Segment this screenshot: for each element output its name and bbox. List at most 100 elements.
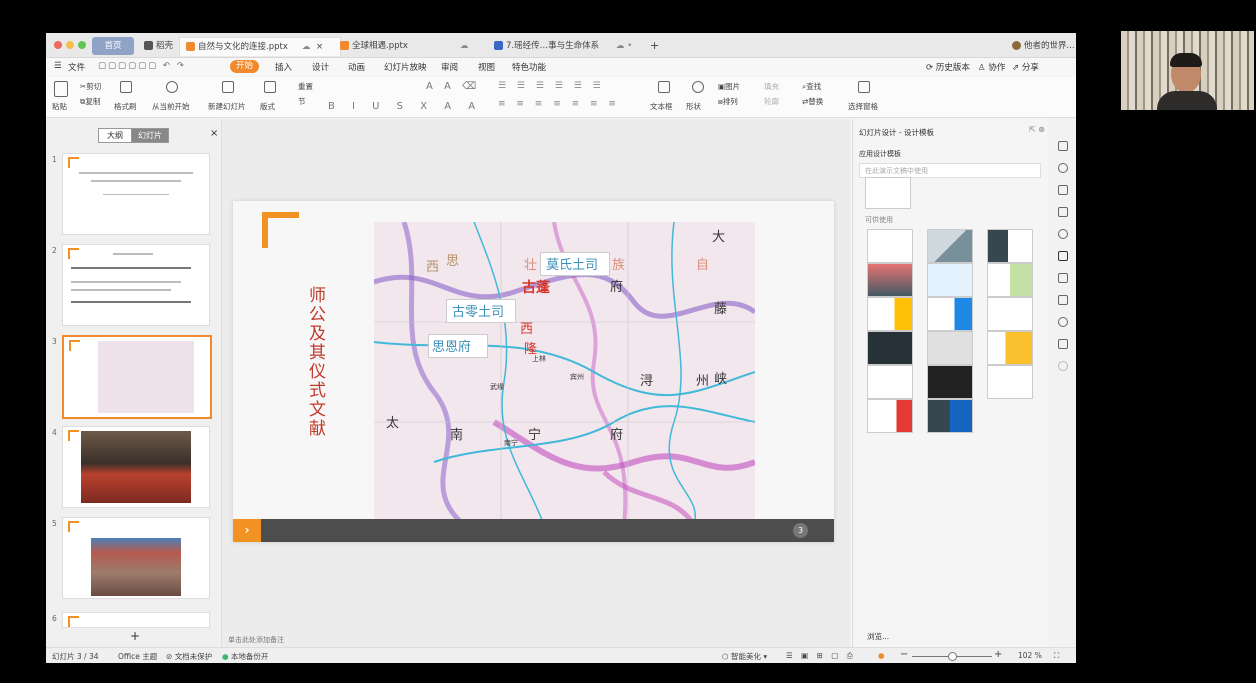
- minimize-window-button[interactable]: [66, 41, 74, 49]
- menu-slideshow[interactable]: 幻灯片放映: [384, 61, 427, 73]
- zoom-slider-handle[interactable]: [948, 652, 957, 661]
- template-thumbnail[interactable]: [927, 365, 973, 399]
- template-thumbnail[interactable]: [987, 229, 1033, 263]
- tab-doc-active[interactable]: 自然与文化的连接.pptx ☁ ×: [179, 37, 341, 56]
- history-button[interactable]: ⟳ 历史版本: [926, 61, 970, 73]
- shape-button[interactable]: 形状: [686, 101, 701, 112]
- history-icon[interactable]: [1058, 317, 1068, 327]
- browse-button[interactable]: 浏览...: [867, 631, 889, 642]
- reset-button[interactable]: 重置: [298, 81, 313, 92]
- template-thumbnail[interactable]: [867, 365, 913, 399]
- menu-design[interactable]: 设计: [312, 61, 329, 73]
- zoom-slider[interactable]: [912, 652, 992, 661]
- close-tab-icon[interactable]: ×: [316, 38, 323, 56]
- tab-shell[interactable]: 稻壳: [138, 37, 179, 55]
- template-thumbnail[interactable]: [927, 331, 973, 365]
- add-slide-button[interactable]: +: [130, 629, 140, 643]
- template-thumbnail[interactable]: [867, 331, 913, 365]
- paragraph-icons[interactable]: ☰ ☰ ☰ ☰ ☰ ☰: [498, 81, 605, 91]
- slide-thumbnail-3-selected[interactable]: [62, 335, 212, 419]
- tab-doc3[interactable]: 7.瑶经传…事与生命体系 ☁ •: [488, 37, 650, 55]
- textbox-button[interactable]: 文本框: [650, 101, 673, 112]
- slide-thumbnail-4[interactable]: [62, 426, 210, 508]
- zoom-out-button[interactable]: −: [900, 649, 908, 660]
- select-pane-button[interactable]: 选择窗格: [848, 101, 878, 112]
- picture-button[interactable]: ▣图片: [718, 81, 740, 92]
- view-mode-icons[interactable]: ☰ ▣ ⊞ ▢ ⎙: [786, 651, 856, 661]
- tab-home[interactable]: 首页: [92, 37, 134, 55]
- font-format-icons[interactable]: B I U S X A A: [328, 101, 482, 112]
- outline-button[interactable]: 轮廓: [764, 96, 779, 107]
- fit-window-icon[interactable]: ⛶: [1054, 651, 1059, 661]
- slide-thumbnail-5[interactable]: [62, 517, 210, 599]
- slide-thumbnail-2[interactable]: [62, 244, 210, 326]
- current-slide[interactable]: 师公及其仪式文献 西 思 壮 族 自 大 莫氏土司 古蓬 府 藤 古零土司 西 …: [233, 201, 834, 542]
- quick-access-icons[interactable]: ▢▢▢▢▢▢ ↶ ↷: [98, 61, 186, 71]
- shapes-icon[interactable]: [1058, 163, 1068, 173]
- template-thumbnail[interactable]: [867, 229, 913, 263]
- layout-icon[interactable]: [264, 81, 276, 93]
- applied-template-thumbnail[interactable]: [865, 177, 911, 209]
- animation-icon[interactable]: [1058, 273, 1068, 283]
- transition-icon[interactable]: [1058, 295, 1068, 305]
- template-thumbnail[interactable]: [927, 399, 973, 433]
- arrange-button[interactable]: ⧈排列: [718, 96, 738, 107]
- paste-button[interactable]: 粘贴: [52, 101, 67, 112]
- template-thumbnail[interactable]: [867, 399, 913, 433]
- backup-icon[interactable]: [1058, 339, 1068, 349]
- format-painter-icon[interactable]: [120, 81, 132, 93]
- tab-outline[interactable]: 大纲: [98, 128, 132, 143]
- fill-icon[interactable]: [1058, 185, 1068, 195]
- shape-icon[interactable]: [692, 81, 704, 93]
- select-pane-icon[interactable]: [858, 81, 870, 93]
- template-thumbnail[interactable]: [987, 263, 1033, 297]
- replace-button[interactable]: ⇄替换: [802, 96, 823, 107]
- menu-file[interactable]: 文件: [68, 61, 85, 73]
- zoom-window-button[interactable]: [78, 41, 86, 49]
- help-icon[interactable]: [1058, 361, 1068, 371]
- play-slideshow-icon[interactable]: ●: [878, 651, 885, 660]
- close-panel-icon[interactable]: ×: [210, 128, 218, 139]
- slide-thumbnail-1[interactable]: [62, 153, 210, 235]
- hamburger-icon[interactable]: ☰: [54, 61, 62, 71]
- align-icons[interactable]: ≡ ≡ ≡ ≡ ≡ ≡ ≡: [498, 99, 620, 109]
- slide-thumbnail-6[interactable]: [62, 612, 210, 628]
- zoom-in-button[interactable]: +: [994, 649, 1002, 660]
- format-painter-button[interactable]: 格式刷: [114, 101, 137, 112]
- menu-animation[interactable]: 动画: [348, 61, 365, 73]
- collab-button[interactable]: ♙ 协作: [978, 61, 1005, 73]
- smart-beautify-button[interactable]: ⬡ 智能美化 ▾: [722, 651, 767, 662]
- new-slide-icon[interactable]: [222, 81, 234, 93]
- template-thumbnail[interactable]: [867, 263, 913, 297]
- properties-icon[interactable]: [1058, 141, 1068, 151]
- share-button[interactable]: ⇗ 分享: [1012, 61, 1039, 73]
- template-thumbnail[interactable]: [927, 263, 973, 297]
- template-search-field[interactable]: 在此演示文稿中使用: [859, 163, 1041, 178]
- copy-button[interactable]: ⧉复制: [80, 96, 100, 107]
- menu-start[interactable]: 开始: [230, 60, 260, 73]
- design-icon[interactable]: [1058, 251, 1068, 261]
- template-thumbnail[interactable]: [927, 229, 973, 263]
- new-slide-button[interactable]: 新建幻灯片: [208, 101, 246, 112]
- menu-view[interactable]: 视图: [478, 61, 495, 73]
- tab-slides[interactable]: 幻灯片: [131, 128, 169, 143]
- font-size-icons[interactable]: A A ⌫: [426, 81, 480, 92]
- template-thumbnail[interactable]: [927, 297, 973, 331]
- find-button[interactable]: ⌕查找: [802, 81, 821, 92]
- menu-insert[interactable]: 插入: [275, 61, 292, 73]
- section-button[interactable]: 节: [298, 96, 306, 107]
- template-thumbnail[interactable]: [987, 297, 1033, 331]
- backup-status[interactable]: ● 本地备份开: [222, 651, 268, 662]
- layout-button[interactable]: 版式: [260, 101, 275, 112]
- notes-placeholder[interactable]: 单击此处添加备注: [228, 635, 284, 645]
- play-icon[interactable]: [166, 81, 178, 93]
- panel-dock-icon[interactable]: ⇱ ⊗: [1029, 125, 1045, 134]
- settings-icon[interactable]: [1058, 229, 1068, 239]
- paste-icon[interactable]: [54, 81, 68, 97]
- template-thumbnail[interactable]: [867, 297, 913, 331]
- template-thumbnail[interactable]: [987, 331, 1033, 365]
- from-start-button[interactable]: 从当前开始: [152, 101, 190, 112]
- tab-doc2[interactable]: 全球相遇.pptx ☁: [334, 37, 484, 55]
- fill-button[interactable]: 填充: [764, 81, 779, 92]
- protection-status[interactable]: ⊘ 文档未保护: [166, 651, 212, 662]
